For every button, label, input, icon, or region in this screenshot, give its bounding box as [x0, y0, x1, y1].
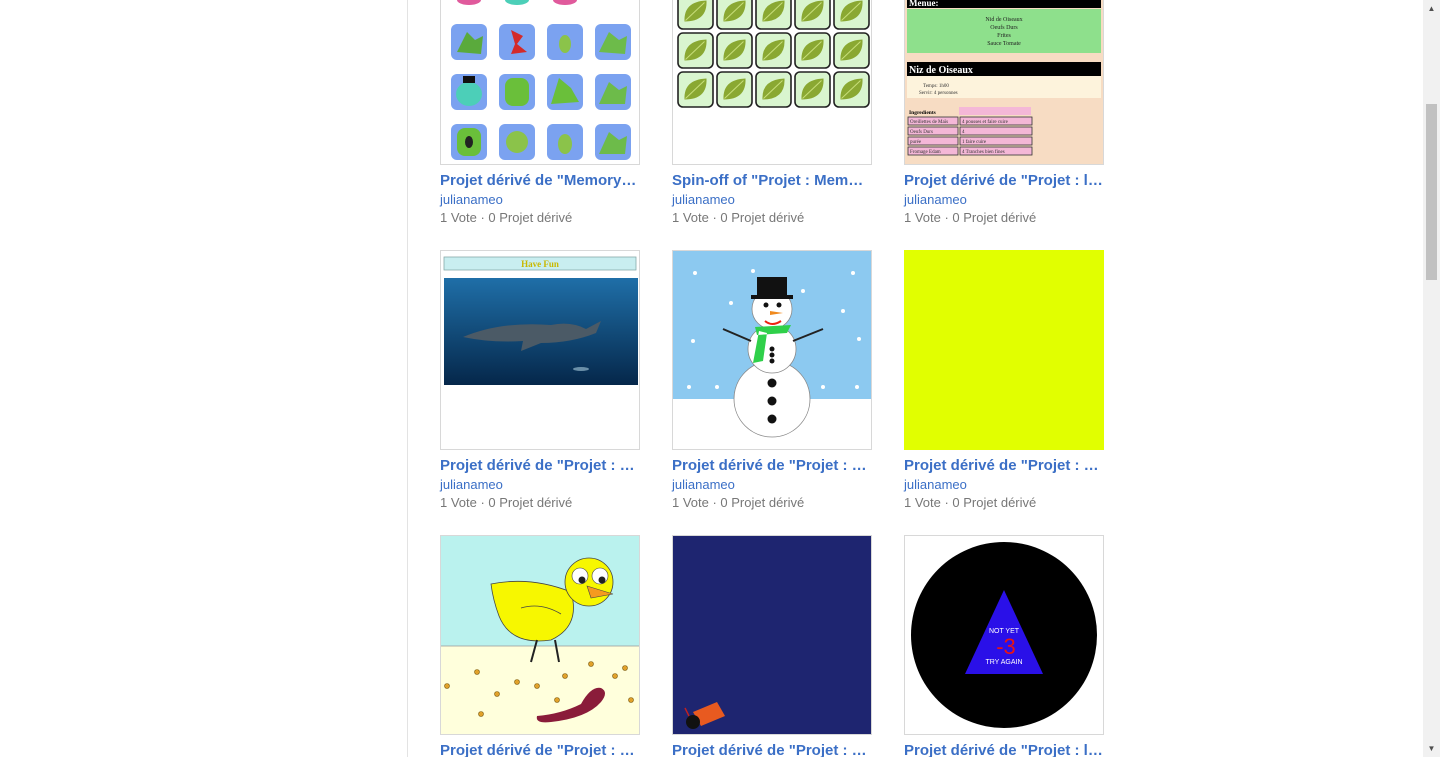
project-title-link[interactable]: Projet dérivé de "Projet : s… — [440, 457, 640, 475]
project-stats: 1 Vote · 0 Projet dérivé — [672, 210, 805, 225]
project-title-link[interactable]: Projet dérivé de "Projet : l… — [904, 742, 1104, 757]
project-title-link[interactable]: Projet dérivé de "Memory … — [440, 172, 640, 190]
recipe-info: Servir: 4 personnes — [919, 91, 958, 96]
project-card[interactable]: Spin-off of "Projet : Memo… julianameo 1… — [672, 0, 872, 226]
game-score: -3 — [996, 634, 1016, 659]
scrollbar-thumb[interactable] — [1426, 104, 1437, 280]
snowman-thumbnail — [673, 251, 871, 449]
project-thumbnail[interactable] — [440, 0, 640, 165]
recipe-cell: Oreillettes de Maïs — [910, 120, 948, 125]
project-card[interactable]: Have Fun Projet dérivé de "Projet : s… j… — [440, 250, 640, 511]
project-author-link[interactable]: julianameo — [672, 191, 872, 208]
yellow-square-thumbnail — [905, 251, 1103, 449]
memory-grid-thumbnail — [441, 0, 639, 164]
project-author-link[interactable]: julianameo — [440, 191, 640, 208]
game-retry-text: TRY AGAIN — [985, 659, 1022, 666]
project-card[interactable]: NOT YET -3 TRY AGAIN Projet dérivé de "P… — [904, 535, 1104, 757]
scroll-up-arrow-icon[interactable]: ▲ — [1423, 0, 1440, 17]
project-card[interactable]: Menue: Nid de Oiseaux Oeufs Durs Frites … — [904, 0, 1104, 226]
project-thumbnail[interactable]: Have Fun — [440, 250, 640, 450]
recipe-cell: 1 faire cuire — [962, 140, 987, 145]
project-stats: 1 Vote · 0 Projet dérivé — [672, 495, 805, 510]
project-author-link[interactable]: julianameo — [672, 476, 872, 493]
vertical-scrollbar[interactable]: ▲ ▼ — [1423, 0, 1440, 757]
project-thumbnail[interactable] — [904, 250, 1104, 450]
project-author-link[interactable]: julianameo — [904, 476, 1104, 493]
project-card[interactable]: Projet dérivé de "Projet : a… — [440, 535, 640, 757]
content-divider — [407, 0, 408, 757]
project-title-link[interactable]: Projet dérivé de "Projet : a… — [440, 742, 640, 757]
shark-page-thumbnail: Have Fun — [441, 251, 639, 449]
recipe-menu-heading: Menue: — [909, 0, 939, 8]
circle-game-thumbnail: NOT YET -3 TRY AGAIN — [905, 536, 1103, 734]
project-author-link[interactable]: julianameo — [440, 476, 640, 493]
project-thumbnail[interactable]: Menue: Nid de Oiseaux Oeufs Durs Frites … — [904, 0, 1104, 165]
project-thumbnail[interactable] — [672, 0, 872, 165]
leaf-grid-thumbnail — [673, 0, 871, 164]
recipe-menu-item: Nid de Oiseaux — [985, 17, 1022, 23]
recipe-cell: purée — [910, 140, 922, 145]
project-title-link[interactable]: Projet dérivé de "Projet : l… — [904, 172, 1104, 190]
project-author-link[interactable]: julianameo — [904, 191, 1104, 208]
recipe-heading: Niz de Oiseaux — [909, 65, 973, 76]
project-stats: 1 Vote · 0 Projet dérivé — [904, 210, 1037, 225]
recipe-menu-item: Sauce Tomate — [987, 41, 1021, 47]
project-thumbnail[interactable] — [440, 535, 640, 735]
project-title-link[interactable]: Projet dérivé de "Projet : é… — [672, 742, 872, 757]
recipe-cell: 4 Tranches bien fines — [962, 150, 1005, 155]
recipe-info: Temps: 1h00 — [923, 84, 949, 89]
project-stats: 1 Vote · 0 Projet dérivé — [904, 495, 1037, 510]
project-stats: 1 Vote · 0 Projet dérivé — [440, 495, 573, 510]
recipe-cell: Oeufs Durs — [910, 130, 933, 135]
recipe-menu-item: Oeufs Durs — [990, 24, 1018, 31]
project-card[interactable]: Projet dérivé de "Projet : s… julianameo… — [672, 250, 872, 511]
project-card[interactable]: Projet dérivé de "Projet : a… julianameo… — [904, 250, 1104, 511]
scroll-down-arrow-icon[interactable]: ▼ — [1423, 740, 1440, 757]
duck-thumbnail — [441, 536, 639, 734]
recipe-cell: 4 pousses et faire cuire — [962, 120, 1009, 125]
banner-text: Have Fun — [521, 259, 559, 269]
project-title-link[interactable]: Projet dérivé de "Projet : s… — [672, 457, 872, 475]
recipe-menu-item: Frites — [997, 33, 1011, 39]
project-card[interactable]: Projet dérivé de "Memory … julianameo 1 … — [440, 0, 640, 226]
project-thumbnail[interactable] — [672, 535, 872, 735]
recipe-cell: Fromage Edam — [910, 150, 941, 155]
project-thumbnail[interactable] — [672, 250, 872, 450]
project-title-link[interactable]: Spin-off of "Projet : Memo… — [672, 172, 872, 190]
project-card[interactable]: Projet dérivé de "Projet : é… — [672, 535, 872, 757]
recipe-col-header: Ingredients — [909, 110, 936, 116]
project-stats: 1 Vote · 0 Projet dérivé — [440, 210, 573, 225]
recipe-page-thumbnail: Menue: Nid de Oiseaux Oeufs Durs Frites … — [905, 0, 1103, 164]
project-title-link[interactable]: Projet dérivé de "Projet : a… — [904, 457, 1104, 475]
cannon-thumbnail — [673, 536, 871, 734]
project-thumbnail[interactable]: NOT YET -3 TRY AGAIN — [904, 535, 1104, 735]
